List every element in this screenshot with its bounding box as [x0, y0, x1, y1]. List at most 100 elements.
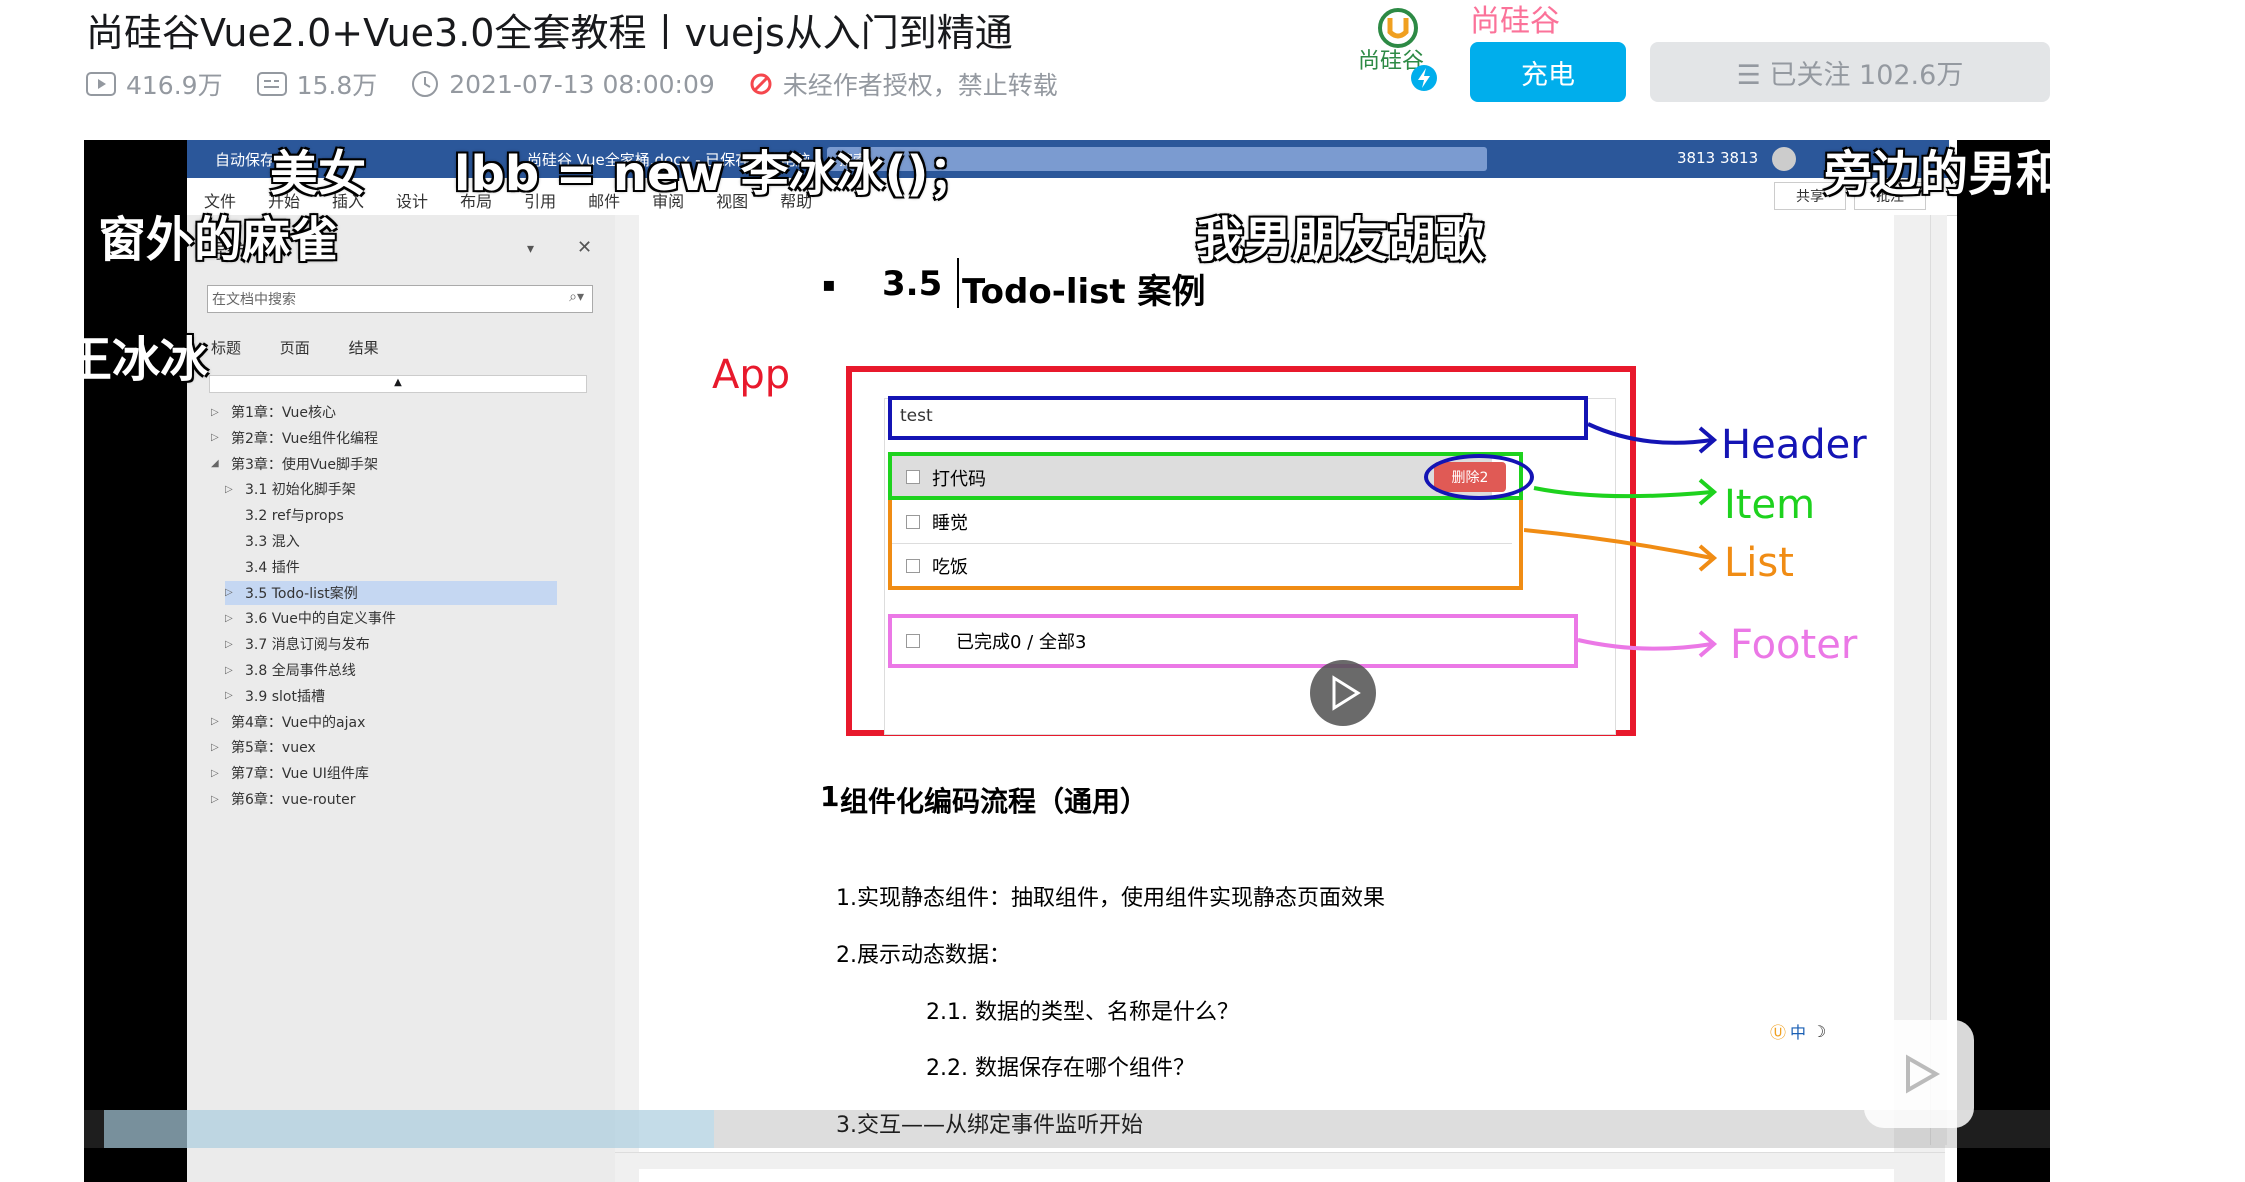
search-icon[interactable]: ⌕▾ — [569, 289, 584, 305]
video-meta: 416.9万 15.8万 2021-07-13 08:00:09 未经作者授权，… — [86, 64, 1092, 104]
expand-triangle-icon[interactable]: ▷ — [211, 742, 225, 753]
nav-item-label: 第5章：vuex — [231, 740, 316, 757]
vertical-scrollbar[interactable] — [1930, 215, 1947, 1145]
nav-item-label: 3.6 Vue中的自定义事件 — [245, 611, 396, 628]
nav-item[interactable]: 3.3 混入 — [225, 529, 557, 553]
nav-item-label: 第2章：Vue组件化编程 — [231, 430, 379, 447]
delete-highlight-circle — [1424, 454, 1534, 500]
charge-button[interactable]: 充电 — [1470, 42, 1626, 102]
text-cursor — [957, 258, 959, 308]
danmaku-icon — [256, 72, 287, 96]
nav-item[interactable]: ▷ 3.8 全局事件总线 — [225, 658, 557, 682]
nav-item[interactable]: ▷ 第6章：vue-router — [211, 787, 557, 811]
todo3-checkbox[interactable] — [906, 559, 920, 573]
nav-item[interactable]: ▷ 第4章：Vue中的ajax — [211, 710, 557, 734]
expand-triangle-icon[interactable]: ▷ — [225, 484, 239, 495]
nav-item[interactable]: 3.2 ref与props — [225, 503, 557, 527]
nav-tab-results[interactable]: 结果 — [349, 339, 379, 357]
todo2-checkbox[interactable] — [906, 515, 920, 529]
play-triangle-icon — [1332, 675, 1361, 711]
nav-item-label: 3.4 插件 — [245, 559, 300, 576]
nav-item[interactable]: ▷ 3.1 初始化脚手架 — [225, 477, 557, 501]
nav-options-icon[interactable]: ▾ — [527, 241, 534, 257]
horizontal-scrollbar[interactable] — [615, 1152, 1945, 1169]
expand-triangle-icon[interactable]: ▷ — [211, 716, 225, 727]
item-label: Item — [1724, 482, 1816, 528]
user-avatar-icon[interactable] — [1772, 147, 1796, 171]
nav-close-icon[interactable]: ✕ — [577, 237, 592, 258]
expand-triangle-icon[interactable]: ▷ — [211, 432, 225, 443]
view-count: 416.9万 — [86, 66, 223, 102]
app-label: App — [712, 352, 791, 398]
select-all-checkbox[interactable] — [906, 634, 920, 648]
autosave-label: 自动保存 — [215, 151, 276, 169]
pubdate-text: 2021-07-13 08:00:09 — [449, 69, 715, 99]
expand-triangle-icon[interactable]: ▷ — [225, 613, 239, 624]
todo1-checkbox[interactable] — [906, 470, 920, 484]
nav-item-label: 第7章：Vue UI组件库 — [231, 766, 369, 783]
danmaku-1: 美女 — [270, 146, 367, 202]
copyright-notice: 未经作者授权，禁止转载 — [749, 66, 1058, 102]
expand-triangle-icon[interactable]: ▷ — [211, 794, 225, 805]
nav-item-label: 3.1 初始化脚手架 — [245, 482, 356, 499]
expand-triangle-icon[interactable]: ▷ — [225, 665, 239, 676]
shangguigu-logo-icon: 尚硅谷 — [1358, 8, 1437, 91]
nav-item[interactable]: ▷ 第1章：Vue核心 — [211, 400, 557, 424]
heading-text: Todo-list 案例 — [962, 272, 1206, 312]
ime-mode: 中 — [1790, 1023, 1807, 1042]
heading-bullet: ▪ — [822, 272, 836, 296]
no-repost-icon — [750, 73, 772, 95]
video-title: 尚硅谷Vue2.0+Vue3.0全套教程丨vuejs从入门到精通 — [86, 11, 1013, 55]
tab-design[interactable]: 设计 — [396, 188, 428, 212]
nav-item[interactable]: ▷ 3.6 Vue中的自定义事件 — [225, 606, 557, 630]
expand-triangle-icon[interactable]: ▷ — [225, 639, 239, 650]
uploader-name[interactable]: 尚硅谷 — [1470, 0, 1560, 40]
moon-icon: ☽ — [1812, 1021, 1827, 1041]
todo2-text: 睡觉 — [932, 513, 968, 534]
danmaku-2: lbb = new 李冰冰()； — [454, 146, 977, 202]
nav-item[interactable]: ▷ 3.5 Todo-list案例 — [225, 580, 557, 605]
nav-search-placeholder: 在文档中搜索 — [212, 292, 296, 308]
nav-item[interactable]: ▷ 3.9 slot插槽 — [225, 684, 557, 708]
word-title-bar: 自动保存 尚硅谷 Vue全家桶.docx - 已保存到此电脑 搜索 3813 3… — [187, 140, 1949, 178]
nav-item-label: 3.5 Todo-list案例 — [245, 585, 358, 602]
expand-triangle-icon[interactable]: ◢ — [211, 458, 225, 469]
expand-triangle-icon[interactable]: ▷ — [225, 690, 239, 701]
uploader-avatar[interactable]: 尚硅谷 — [1352, 6, 1442, 92]
nav-search-input[interactable]: 在文档中搜索 ⌕▾ — [207, 285, 593, 313]
nav-item-label: 3.8 全局事件总线 — [245, 663, 356, 679]
heading-number: 3.5 — [882, 264, 943, 304]
nav-scroll-up[interactable]: ▲ — [209, 375, 587, 393]
step-2: 2.展示动态数据： — [836, 943, 1011, 968]
nav-item-label: 第4章：Vue中的ajax — [231, 714, 366, 731]
nav-item[interactable]: ▷ 第7章：Vue UI组件库 — [211, 761, 557, 785]
step-2-1: 2.1. 数据的类型、名称是什么？ — [926, 1000, 1239, 1025]
nav-item-label: 3.3 混入 — [245, 534, 300, 550]
nav-tab-headings[interactable]: 标题 — [211, 339, 241, 357]
nav-item-label: 3.9 slot插槽 — [245, 688, 325, 705]
header-label: Header — [1721, 422, 1867, 468]
nav-item[interactable]: ▷ 第5章：vuex — [211, 735, 557, 759]
nav-item[interactable]: ▷ 第2章：Vue组件化编程 — [211, 426, 557, 450]
nav-tab-pages[interactable]: 页面 — [280, 339, 310, 357]
section-title: 组件化编码流程（通用） — [840, 785, 1149, 818]
pubdate: 2021-07-13 08:00:09 — [411, 70, 715, 99]
nav-item-label: 第6章：vue-router — [231, 792, 356, 808]
nav-item[interactable]: ◢ 第3章：使用Vue脚手架 — [211, 452, 557, 476]
nav-item[interactable]: 3.4 插件 — [225, 555, 557, 579]
mini-play-icon — [1906, 1054, 1941, 1094]
footer-label: Footer — [1730, 622, 1858, 668]
expand-triangle-icon[interactable]: ▷ — [211, 407, 225, 418]
danmaku-count-text: 15.8万 — [296, 71, 378, 100]
clock-icon — [412, 71, 439, 97]
expand-triangle-icon[interactable]: ▷ — [211, 768, 225, 779]
video-player[interactable]: 自动保存 尚硅谷 Vue全家桶.docx - 已保存到此电脑 搜索 3813 3… — [84, 140, 2050, 1182]
todo-input[interactable]: test — [900, 406, 933, 426]
navigation-pane: 导航 ▾ ✕ 在文档中搜索 ⌕▾ 标题 页面 结果 ▲ ▷ 第1章：Vue核心 ▷ 第… — [187, 215, 616, 1182]
expand-triangle-icon[interactable]: ▷ — [225, 587, 239, 598]
follow-button[interactable]: ☰ 已关注 102.6万 — [1650, 42, 2050, 102]
danmaku-3: 旁边的男和 — [1824, 146, 2050, 202]
nav-item[interactable]: ▷ 3.7 消息订阅与发布 — [225, 632, 557, 656]
list-label: List — [1724, 540, 1794, 586]
view-count-text: 416.9万 — [126, 71, 223, 100]
